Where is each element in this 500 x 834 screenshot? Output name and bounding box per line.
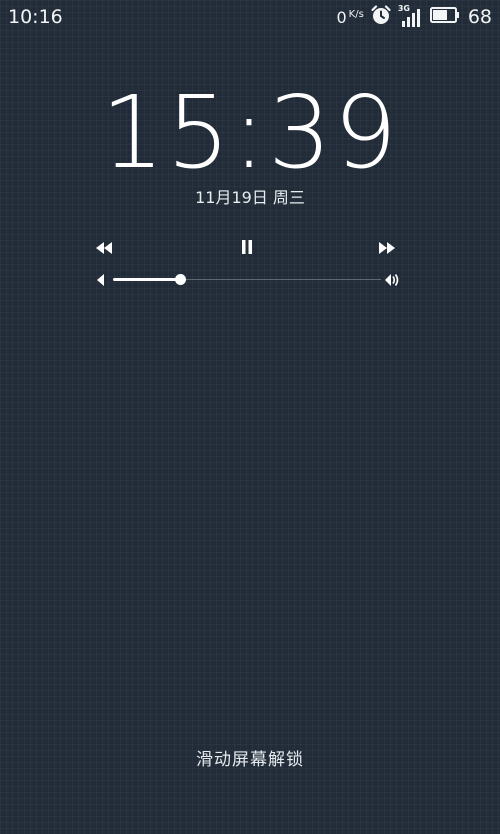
volume-slider-thumb[interactable] — [175, 274, 186, 285]
signal-3g-icon: 3G — [397, 4, 424, 28]
volume-control — [90, 268, 410, 292]
alarm-clock-icon — [370, 4, 392, 30]
pause-button[interactable] — [234, 236, 260, 262]
network-speed: 0 K/s — [336, 8, 363, 27]
status-icons: 0 K/s 3G 68 — [336, 4, 492, 30]
volume-slider-fill — [113, 278, 180, 281]
previous-track-button[interactable] — [91, 236, 117, 262]
next-track-button[interactable] — [374, 236, 400, 262]
volume-slider[interactable] — [113, 274, 381, 285]
media-controls — [0, 236, 500, 262]
network-type-label: 3G — [397, 4, 410, 13]
network-speed-unit: K/s — [348, 8, 364, 20]
lockscreen-date: 11月19日 周三 — [195, 188, 305, 207]
unlock-hint[interactable]: 滑动屏幕解锁 — [0, 749, 500, 771]
next-track-icon — [378, 240, 396, 259]
pause-icon — [240, 239, 254, 259]
volume-high-icon — [382, 270, 402, 290]
previous-track-icon — [95, 240, 113, 259]
battery-percent: 68 — [467, 6, 492, 28]
battery-icon — [429, 6, 460, 28]
volume-low-icon — [90, 270, 110, 290]
status-time: 10:16 — [8, 6, 63, 28]
status-bar: 10:16 0 K/s 3G 68 — [0, 0, 500, 34]
lockscreen-clock: 15:39 — [100, 74, 400, 191]
network-speed-value: 0 — [336, 7, 347, 27]
